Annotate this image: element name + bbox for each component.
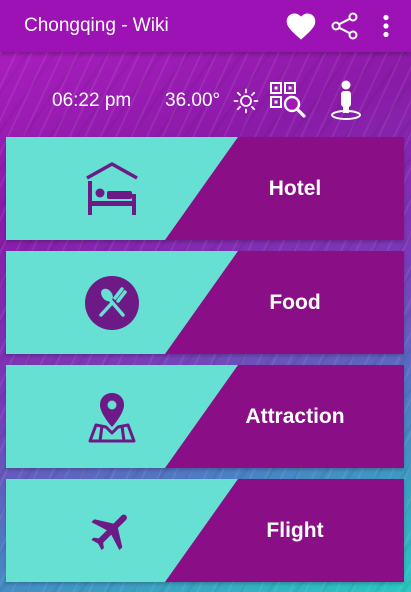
flight-card[interactable]: Flight: [6, 479, 404, 582]
attraction-card[interactable]: Attraction: [6, 365, 404, 468]
fork-spoon-icon: [82, 274, 142, 332]
info-bar: 06:22 pm 36.00°: [0, 60, 411, 140]
bed-icon: [82, 160, 142, 218]
hotel-card[interactable]: Hotel: [6, 137, 404, 240]
sun-icon: [233, 88, 259, 114]
app-bar: Chongqing - Wiki: [0, 0, 411, 52]
food-card[interactable]: Food: [6, 251, 404, 354]
temperature: 36.00°: [165, 90, 221, 111]
more-vert-icon[interactable]: [369, 0, 403, 52]
share-icon[interactable]: [325, 0, 365, 52]
map-pin-icon: [82, 388, 142, 446]
person-location-icon[interactable]: [326, 78, 366, 122]
current-time: 06:22 pm: [52, 90, 132, 111]
qr-search-icon[interactable]: [268, 80, 308, 120]
airplane-icon: [82, 502, 142, 560]
heart-icon[interactable]: [281, 0, 321, 52]
hotel-label: Hotel: [268, 176, 322, 200]
app-title: Chongqing - Wiki: [24, 15, 169, 36]
attraction-label: Attraction: [245, 404, 345, 428]
food-label: Food: [269, 290, 321, 314]
flight-label: Flight: [266, 518, 324, 542]
